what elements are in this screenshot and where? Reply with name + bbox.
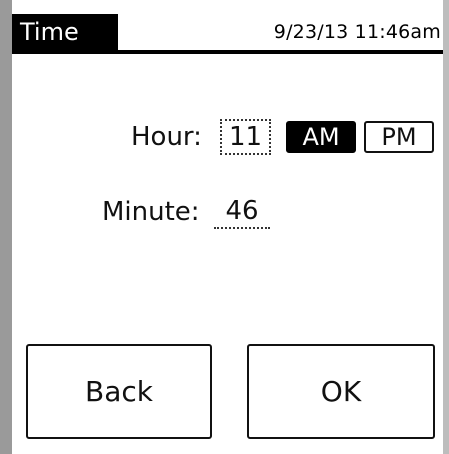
screen-title: Time bbox=[12, 14, 118, 50]
am-toggle[interactable]: AM bbox=[286, 121, 356, 153]
device-frame-right bbox=[443, 0, 449, 454]
minute-field[interactable]: 46 bbox=[214, 195, 270, 229]
device-frame-left bbox=[0, 0, 12, 454]
minute-label: Minute: bbox=[102, 197, 200, 227]
pm-toggle[interactable]: PM bbox=[364, 121, 434, 153]
hour-label: Hour: bbox=[131, 122, 202, 152]
back-button[interactable]: Back bbox=[26, 344, 212, 439]
ok-button[interactable]: OK bbox=[247, 344, 435, 439]
current-datetime: 9/23/13 11:46am bbox=[273, 21, 441, 43]
title-bar: Time 9/23/13 11:46am bbox=[12, 14, 443, 54]
hour-field[interactable]: 11 bbox=[220, 119, 271, 155]
